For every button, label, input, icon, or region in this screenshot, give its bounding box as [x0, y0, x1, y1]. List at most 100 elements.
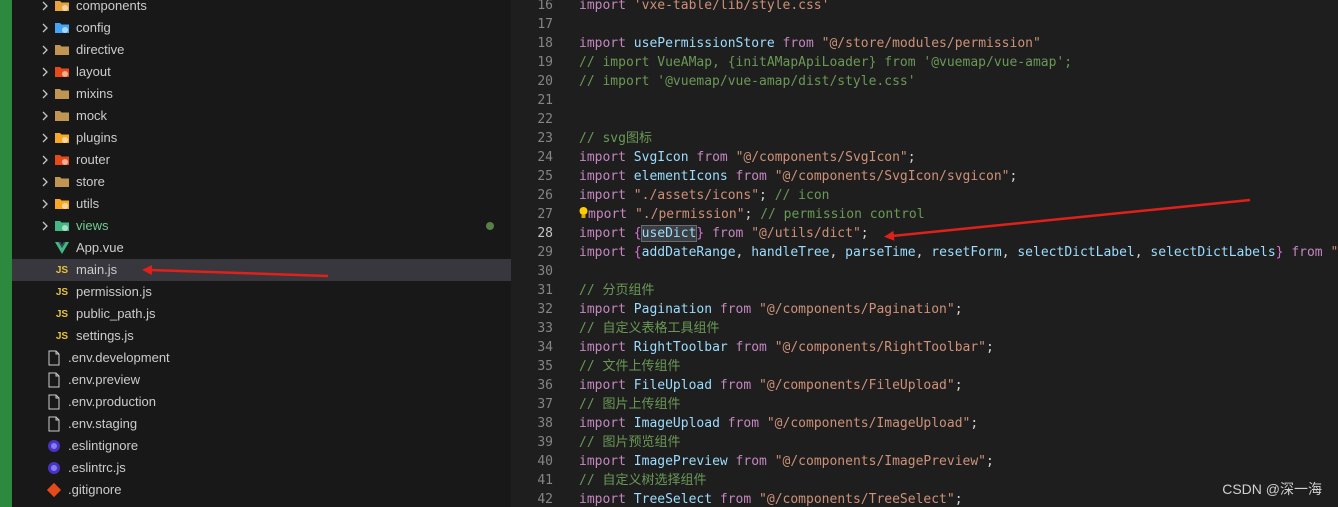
code-token: // import VueAMap, {initAMapApiLoader} f…: [579, 55, 1073, 70]
code-line[interactable]: 22: [511, 110, 1338, 129]
code-line[interactable]: 28 import {useDict} from "@/utils/dict";: [511, 224, 1338, 243]
tree-item-label: mixins: [76, 86, 113, 101]
watermark: CSDN @深一海: [1222, 481, 1322, 497]
chevron-right-icon[interactable]: [39, 66, 51, 78]
code-line[interactable]: 20 // import '@vuemap/vue-amap/dist/style…: [511, 72, 1338, 91]
code-content: import 'vxe-table/lib/style.css': [579, 0, 829, 15]
tree-item-label: directive: [76, 42, 125, 57]
code-line[interactable]: 24 import SvgIcon from "@/components/SvgI…: [511, 148, 1338, 167]
line-number: 28: [537, 226, 553, 241]
code-token: ,: [735, 245, 752, 260]
tree-item-directive[interactable]: directive: [12, 39, 511, 61]
tree-item-label: .env.preview: [68, 372, 141, 387]
tree-item-env-production[interactable]: .env.production: [12, 391, 511, 413]
code-token: usePermissionStore: [633, 36, 775, 51]
code-token: resetForm: [931, 245, 1002, 260]
chevron-right-icon[interactable]: [39, 176, 51, 188]
code-line[interactable]: 25 import elementIcons from "@/components…: [511, 167, 1338, 186]
code-token: ;: [986, 454, 994, 469]
code-line[interactable]: 31 // 分页组件: [511, 281, 1338, 300]
chevron-right-icon[interactable]: [39, 132, 51, 144]
code-token: from: [735, 169, 767, 184]
code-content: // 自定义表格工具组件: [579, 319, 719, 338]
tree-item-views[interactable]: views: [12, 215, 511, 237]
code-editor[interactable]: 16 import 'vxe-table/lib/style.css' 17 18 im…: [511, 0, 1338, 507]
tree-item-env-development[interactable]: .env.development: [12, 347, 511, 369]
code-line[interactable]: 23 // svg图标: [511, 129, 1338, 148]
tree-item-components[interactable]: components: [12, 0, 511, 17]
code-token: ,: [1001, 245, 1018, 260]
highlighted-token: useDict: [640, 225, 698, 242]
tree-item-layout[interactable]: layout: [12, 61, 511, 83]
code-token: "@/components/TreeSelect": [759, 492, 955, 507]
code-line[interactable]: 36 import FileUpload from "@/components/F…: [511, 376, 1338, 395]
tree-item-label: mock: [76, 108, 108, 123]
code-token: "@/components/SvgIcon/svgicon": [774, 169, 1010, 184]
code-line[interactable]: 38 import ImageUpload from "@/components/…: [511, 414, 1338, 433]
tree-item-main-js[interactable]: JS main.js: [12, 259, 511, 281]
code-line[interactable]: 35 // 文件上传组件: [511, 357, 1338, 376]
code-line[interactable]: 19 // import VueAMap, {initAMapApiLoader}…: [511, 53, 1338, 72]
tree-item-permission-js[interactable]: JS permission.js: [12, 281, 511, 303]
chevron-right-icon[interactable]: [39, 220, 51, 232]
folder-icon: [54, 174, 70, 190]
tree-item-router[interactable]: router: [12, 149, 511, 171]
code-line[interactable]: 41 // 自定义树选择组件: [511, 471, 1338, 490]
code-line[interactable]: 26 import "./assets/icons"; // icon: [511, 186, 1338, 205]
chevron-right-icon[interactable]: [39, 154, 51, 166]
chevron-right-icon[interactable]: [39, 110, 51, 122]
tree-item-mock[interactable]: mock: [12, 105, 511, 127]
code-line[interactable]: 29 import {addDateRange, handleTree, pars…: [511, 243, 1338, 262]
code-line[interactable]: 21: [511, 91, 1338, 110]
tree-item-env-preview[interactable]: .env.preview: [12, 369, 511, 391]
tree-item-plugins[interactable]: plugins: [12, 127, 511, 149]
code-line[interactable]: 34 import RightToolbar from "@/components…: [511, 338, 1338, 357]
code-line[interactable]: 17: [511, 15, 1338, 34]
chevron-right-icon[interactable]: [39, 0, 51, 12]
utils-folder-icon: [54, 196, 70, 212]
chevron-right-icon[interactable]: [39, 44, 51, 56]
code-token: from: [735, 454, 767, 469]
tree-item-mixins[interactable]: mixins: [12, 83, 511, 105]
tree-item-gitignore[interactable]: .gitignore: [12, 479, 511, 501]
line-number: 40: [537, 454, 553, 469]
chevron-right-icon[interactable]: [39, 22, 51, 34]
tree-item-eslintignore[interactable]: .eslintignore: [12, 435, 511, 457]
tree-item-env-staging[interactable]: .env.staging: [12, 413, 511, 435]
activity-bar: [0, 0, 12, 507]
tree-item-app-vue[interactable]: App.vue: [12, 237, 511, 259]
code-line[interactable]: 40 import ImagePreview from "@/components…: [511, 452, 1338, 471]
code-line[interactable]: 39 // 图片预览组件: [511, 433, 1338, 452]
line-number: 32: [537, 302, 553, 317]
code-line[interactable]: 27 mport "./permission"; // permission co…: [511, 205, 1338, 224]
code-token: ,: [1134, 245, 1151, 260]
line-number: 41: [537, 473, 553, 488]
code-line[interactable]: 42 import TreeSelect from "@/components/T…: [511, 490, 1338, 507]
code-line[interactable]: 32 import Pagination from "@/components/P…: [511, 300, 1338, 319]
tree-item-settings-js[interactable]: JS settings.js: [12, 325, 511, 347]
line-number: 35: [537, 359, 553, 374]
code-token: import: [579, 454, 626, 469]
code-token: ;: [860, 226, 869, 241]
code-line[interactable]: 33 // 自定义表格工具组件: [511, 319, 1338, 338]
code-line[interactable]: 37 // 图片上传组件: [511, 395, 1338, 414]
js-file-icon: JS: [54, 328, 70, 344]
code-line[interactable]: 18 import usePermissionStore from "@/stor…: [511, 34, 1338, 53]
tree-item-public-path-js[interactable]: JS public_path.js: [12, 303, 511, 325]
line-number: 21: [537, 93, 553, 108]
tree-item-utils[interactable]: utils: [12, 193, 511, 215]
tree-item-eslintrc-js[interactable]: .eslintrc.js: [12, 457, 511, 479]
tree-item-store[interactable]: store: [12, 171, 511, 193]
line-number: 42: [537, 492, 553, 507]
chevron-right-icon[interactable]: [39, 88, 51, 100]
code-line[interactable]: 30: [511, 262, 1338, 281]
chevron-right-icon[interactable]: [39, 198, 51, 210]
lightbulb-icon[interactable]: [579, 205, 588, 224]
code-line[interactable]: 16 import 'vxe-table/lib/style.css': [511, 0, 1338, 15]
tree-item-config[interactable]: config: [12, 17, 511, 39]
